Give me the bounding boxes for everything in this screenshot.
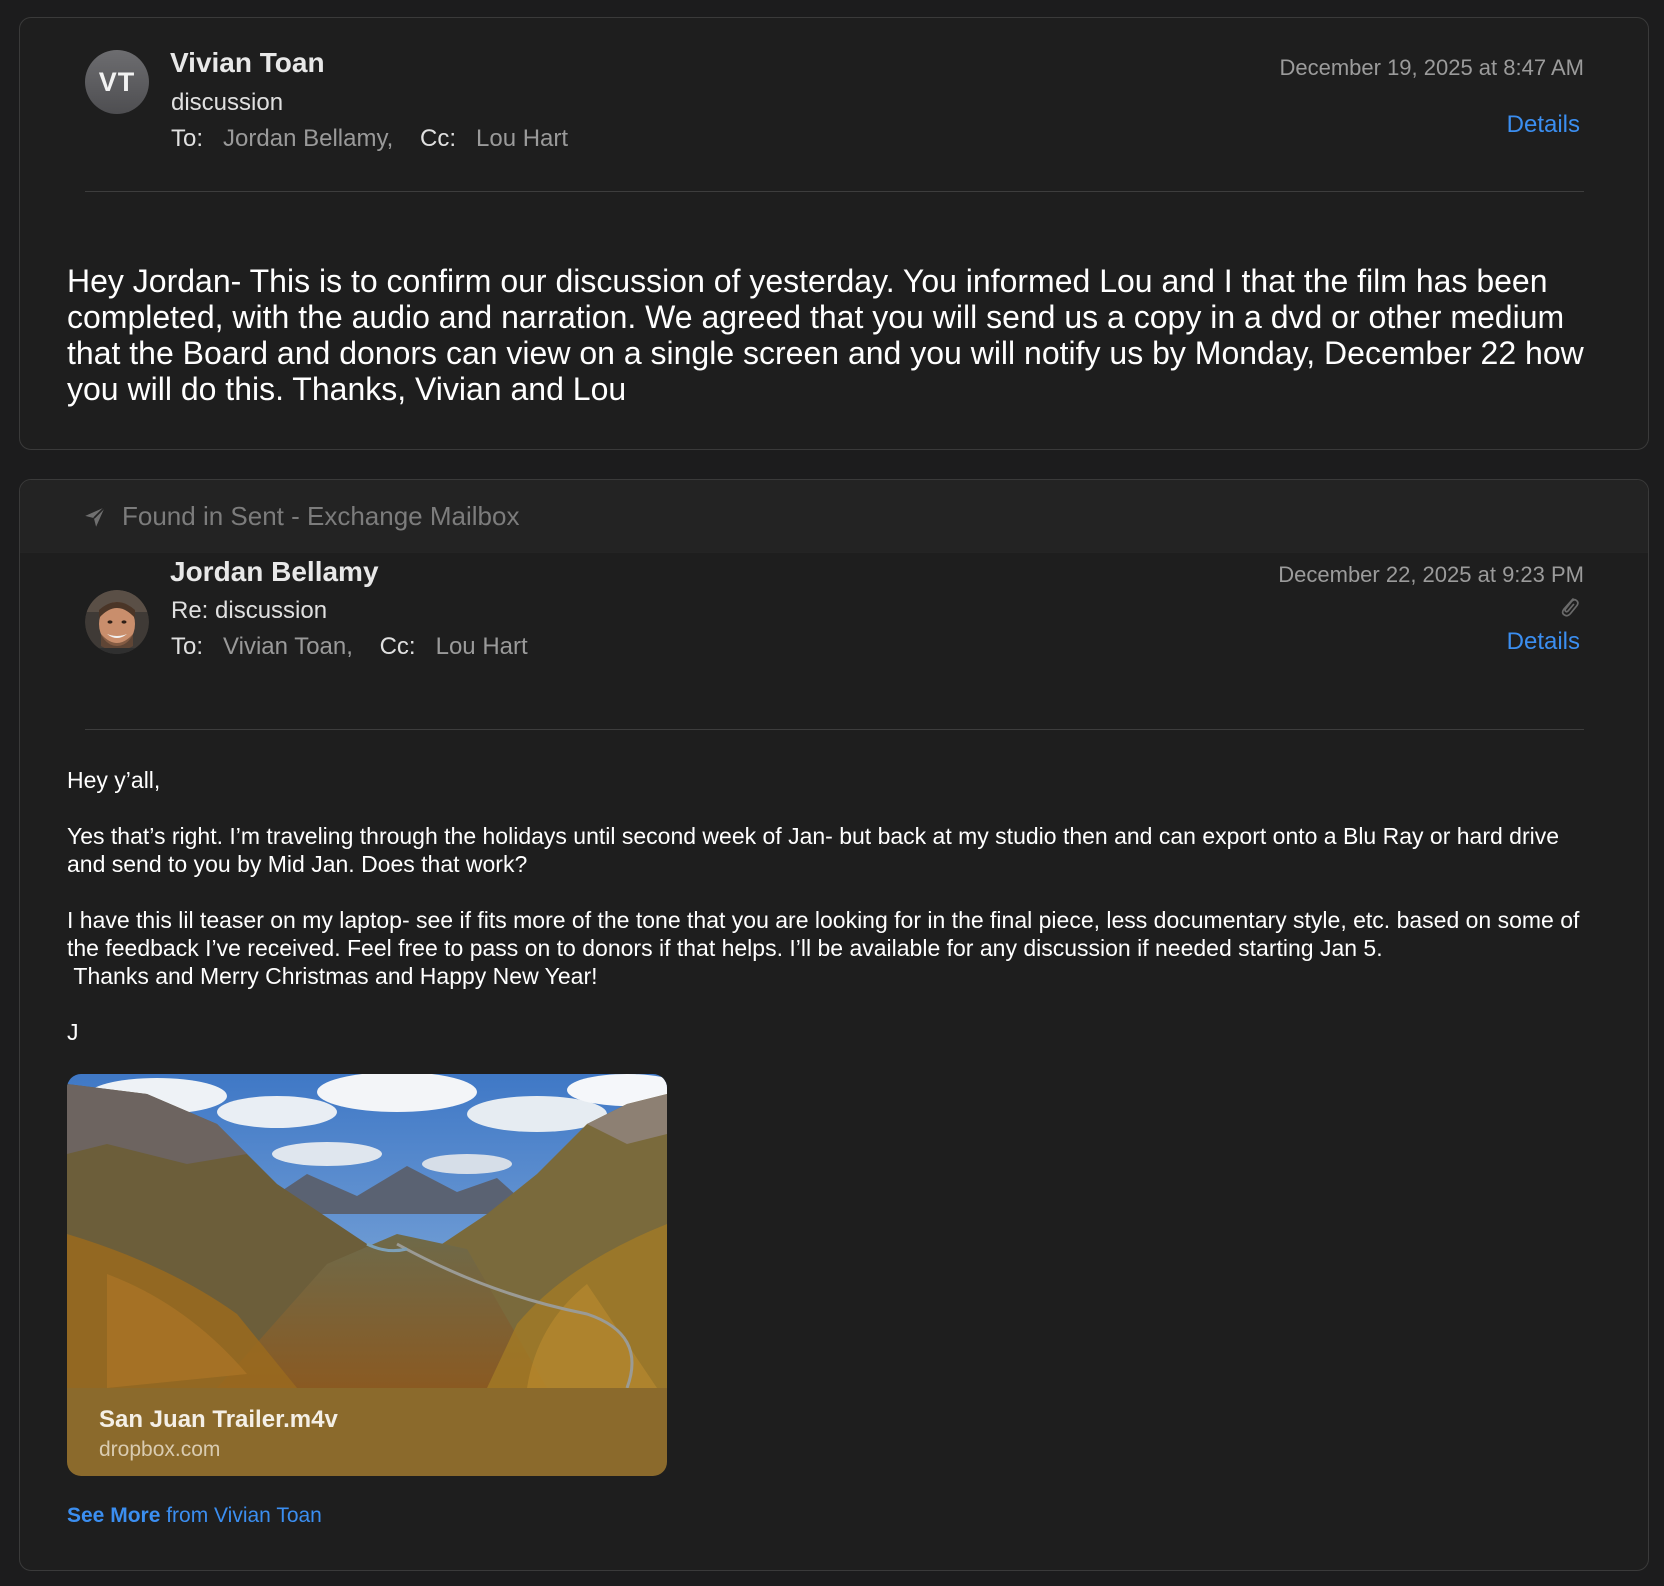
cc-label: Cc: [379, 633, 416, 660]
subject-line: Re: discussion [171, 597, 328, 624]
message-body: Hey y’all, Yes that’s right. I’m traveli… [67, 766, 1588, 1046]
body-greeting: Hey y’all, [67, 767, 161, 793]
to-recipient[interactable]: Vivian Toan, [223, 633, 353, 660]
sender-name[interactable]: Vivian Toan [170, 47, 325, 79]
subject-line: discussion [171, 89, 284, 116]
see-more-bold: See More [67, 1504, 161, 1527]
body-paragraph: I have this lil teaser on my laptop- see… [67, 907, 1580, 989]
paperclip-icon [1561, 598, 1579, 617]
details-link[interactable]: Details [1507, 628, 1580, 656]
body-paragraph: Yes that’s right. I’m traveling through … [67, 823, 1566, 877]
found-in-banner: Found in Sent - Exchange Mailbox [20, 480, 1648, 553]
found-in-text[interactable]: Found in Sent - Exchange Mailbox [122, 501, 519, 532]
header-divider [85, 729, 1584, 730]
attachment-preview-card[interactable]: San Juan Trailer.m4v dropbox.com [67, 1074, 667, 1476]
avatar: VT [85, 50, 149, 114]
to-label: To: [171, 125, 204, 152]
to-recipient[interactable]: Jordan Bellamy, [223, 125, 393, 152]
message-body: Hey Jordan- This is to confirm our discu… [67, 263, 1584, 407]
body-signoff: J [67, 1019, 79, 1045]
cc-label: Cc: [420, 125, 456, 152]
recipients-line: To: Vivian Toan, Cc: Lou Hart [171, 633, 528, 661]
attachment-thumbnail [67, 1074, 667, 1388]
cc-recipient[interactable]: Lou Hart [436, 633, 528, 660]
to-label: To: [171, 633, 204, 660]
recipients-line: To: Jordan Bellamy, Cc: Lou Hart [171, 125, 568, 153]
avatar [85, 590, 149, 654]
message-card: Found in Sent - Exchange Mailbox Jordan … [19, 479, 1649, 1571]
see-more-rest: from Vivian Toan [160, 1504, 322, 1527]
sender-name[interactable]: Jordan Bellamy [170, 556, 379, 588]
see-more-link[interactable]: See More from Vivian Toan [67, 1504, 322, 1528]
attachment-domain: dropbox.com [99, 1438, 221, 1461]
message-date: December 19, 2025 at 8:47 AM [1279, 55, 1584, 80]
header-divider [85, 191, 1584, 192]
message-date: December 22, 2025 at 9:23 PM [1278, 562, 1584, 587]
details-link[interactable]: Details [1507, 111, 1580, 139]
message-card: VT Vivian Toan discussion To: Jordan Bel… [19, 17, 1649, 450]
attachment-filename: San Juan Trailer.m4v [99, 1406, 338, 1433]
paper-plane-icon [85, 506, 106, 527]
attachment-footer: San Juan Trailer.m4v dropbox.com [67, 1388, 667, 1476]
cc-recipient[interactable]: Lou Hart [476, 125, 568, 152]
